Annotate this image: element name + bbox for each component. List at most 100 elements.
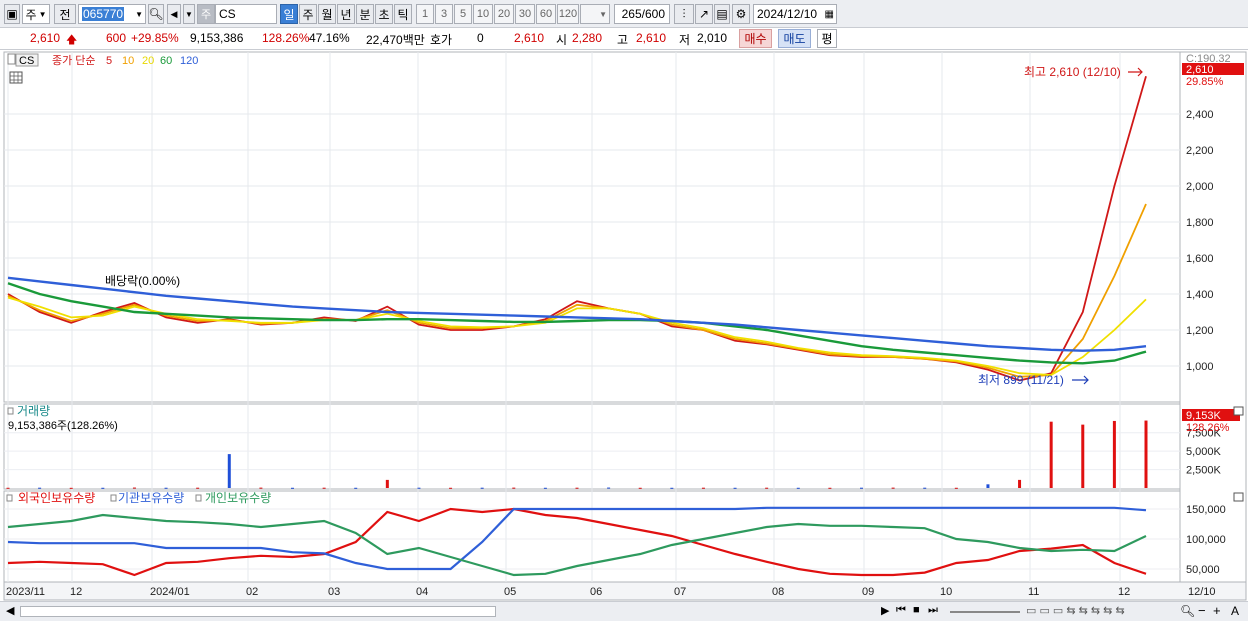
rewind-icon[interactable]: ⏮: [896, 604, 906, 617]
volume-bar: [575, 487, 579, 489]
interval-5[interactable]: 5: [454, 4, 472, 24]
volume-bar: [891, 487, 895, 489]
zoom-out-icon[interactable]: −: [1198, 603, 1206, 618]
scroll-track[interactable]: [20, 606, 496, 617]
period-day[interactable]: 일: [280, 4, 298, 24]
y-tick-label: 1,000: [1186, 361, 1214, 373]
zoom-in-icon[interactable]: +: [1213, 603, 1221, 618]
sell-button[interactable]: 매도: [778, 29, 811, 48]
prev-button[interactable]: 전: [54, 4, 76, 24]
table-icon[interactable]: [9, 71, 23, 84]
layout-icons[interactable]: ▭ ▭ ▭ ⇆ ⇆ ⇆ ⇆ ⇆: [1026, 604, 1125, 617]
stop-icon[interactable]: ■: [913, 604, 920, 616]
volume-ratio: 128.26%: [262, 31, 310, 45]
forward-icon[interactable]: ⏭: [928, 604, 938, 617]
zoom-slider[interactable]: [950, 611, 1020, 613]
x-tick-label: 06: [590, 586, 602, 598]
volume-bar: [449, 487, 453, 489]
volume-bar: [196, 487, 200, 489]
legend-individual: 개인보유수량: [205, 491, 271, 505]
interval-30[interactable]: 30: [515, 4, 535, 24]
gear-icon[interactable]: ⚙: [732, 4, 750, 24]
period-minute[interactable]: 분: [356, 4, 374, 24]
candle-icon[interactable]: ⫶: [674, 4, 694, 24]
save-icon[interactable]: ▤: [714, 4, 730, 24]
interval-3[interactable]: 3: [435, 4, 453, 24]
last-volume-pct: 128.26%: [1186, 422, 1230, 434]
y-tick-label: 2,200: [1186, 145, 1214, 157]
buy-button[interactable]: 매수: [739, 29, 772, 48]
hoga-price: 2,610: [514, 31, 545, 45]
x-tick-label: 02: [246, 586, 258, 598]
stock-tag: 주: [197, 4, 215, 24]
market-select[interactable]: 주 ▼: [22, 4, 50, 24]
high-note: 최고 2,610 (12/10): [1024, 65, 1121, 79]
date-input[interactable]: 2024/12/10 ▦: [753, 4, 837, 24]
date-value: 2024/12/10: [757, 7, 818, 21]
volume-bar: [638, 487, 642, 489]
zoom-icon[interactable]: 🔍︎: [1180, 604, 1195, 618]
change-pct: +29.85%: [131, 31, 179, 45]
y-tick-label: 2,000: [1186, 181, 1214, 193]
volume-bar: [480, 487, 484, 489]
volume-bar: [322, 487, 326, 489]
scroll-left-icon[interactable]: ◀: [6, 604, 14, 617]
volume-bar: [670, 487, 674, 489]
x-tick-label: 09: [862, 586, 874, 598]
close-panel-icon[interactable]: [1233, 492, 1244, 502]
draw-tool-icon[interactable]: ↗: [695, 4, 713, 24]
search-icon[interactable]: 🔍︎: [148, 4, 164, 24]
y-tick-label: 1,600: [1186, 253, 1214, 265]
ma-5-label: 5: [106, 55, 112, 67]
volume-bar: [101, 487, 105, 489]
panel-icon: [195, 494, 202, 502]
eval-button[interactable]: 평: [817, 29, 837, 48]
period-week[interactable]: 주: [299, 4, 317, 24]
interval-120[interactable]: 120: [557, 4, 579, 24]
stock-chart[interactable]: 2023/11 12 2024/01 02 03 04 05 06 07 08 09 10 11 12 12…: [0, 50, 1248, 601]
interval-1[interactable]: 1: [416, 4, 434, 24]
code-input[interactable]: 065770 ▼: [78, 4, 146, 24]
close-panel-icon[interactable]: [1233, 406, 1244, 416]
name-input[interactable]: CS: [215, 4, 277, 24]
period-month[interactable]: 월: [318, 4, 336, 24]
play-icon[interactable]: ▶: [881, 604, 889, 617]
turnover: 47.16%: [309, 31, 350, 45]
calendar-icon: ▦: [824, 8, 834, 20]
period-tick[interactable]: 틱: [394, 4, 412, 24]
window-icon[interactable]: ▣: [4, 4, 20, 24]
volume-bar: [132, 487, 136, 489]
y-tick-label: 1,200: [1186, 325, 1214, 337]
interval-60[interactable]: 60: [536, 4, 556, 24]
interval-20[interactable]: 20: [494, 4, 514, 24]
hoga-label: 호가: [430, 33, 453, 47]
volume-bar: [954, 487, 958, 489]
ma-120-label: 120: [180, 55, 198, 67]
period-second[interactable]: 초: [375, 4, 393, 24]
volume-bar: [607, 487, 611, 489]
volume-bar: [1144, 420, 1148, 488]
scroll-bar[interactable]: ◀ ▶ ⏮ ■ ⏭ ▭ ▭ ▭ ⇆ ⇆ ⇆ ⇆ ⇆ 🔍︎ − + A: [0, 601, 1248, 621]
volume-bar: [923, 487, 927, 489]
volume-bar: [1018, 479, 1022, 488]
volume-bar: [512, 487, 516, 489]
high-value: 2,610: [636, 31, 667, 45]
volume-panel-subtitle: 9,153,386주(128.26%): [8, 420, 118, 432]
y-tick-label: 1,800: [1186, 217, 1214, 229]
interval-select[interactable]: ▼: [580, 4, 610, 24]
auto-icon[interactable]: A: [1231, 604, 1239, 618]
x-tick-label: 05: [504, 586, 516, 598]
dividend-label: 배당락(0.00%): [105, 274, 180, 288]
volume-bar: [1112, 420, 1116, 488]
x-axis-area: [3, 581, 1247, 601]
volume-bar: [1081, 424, 1085, 488]
interval-10[interactable]: 10: [473, 4, 493, 24]
speaker-icon[interactable]: ◀: [167, 4, 181, 24]
count-field[interactable]: 265/600: [614, 4, 670, 24]
chevron-down-icon[interactable]: ▼: [183, 4, 195, 24]
open-value: 2,280: [572, 31, 603, 45]
ma-60-label: 60: [160, 55, 172, 67]
market-label: 주: [25, 7, 37, 22]
period-year[interactable]: 년: [337, 4, 355, 24]
x-tick-label: 11: [1028, 586, 1039, 598]
